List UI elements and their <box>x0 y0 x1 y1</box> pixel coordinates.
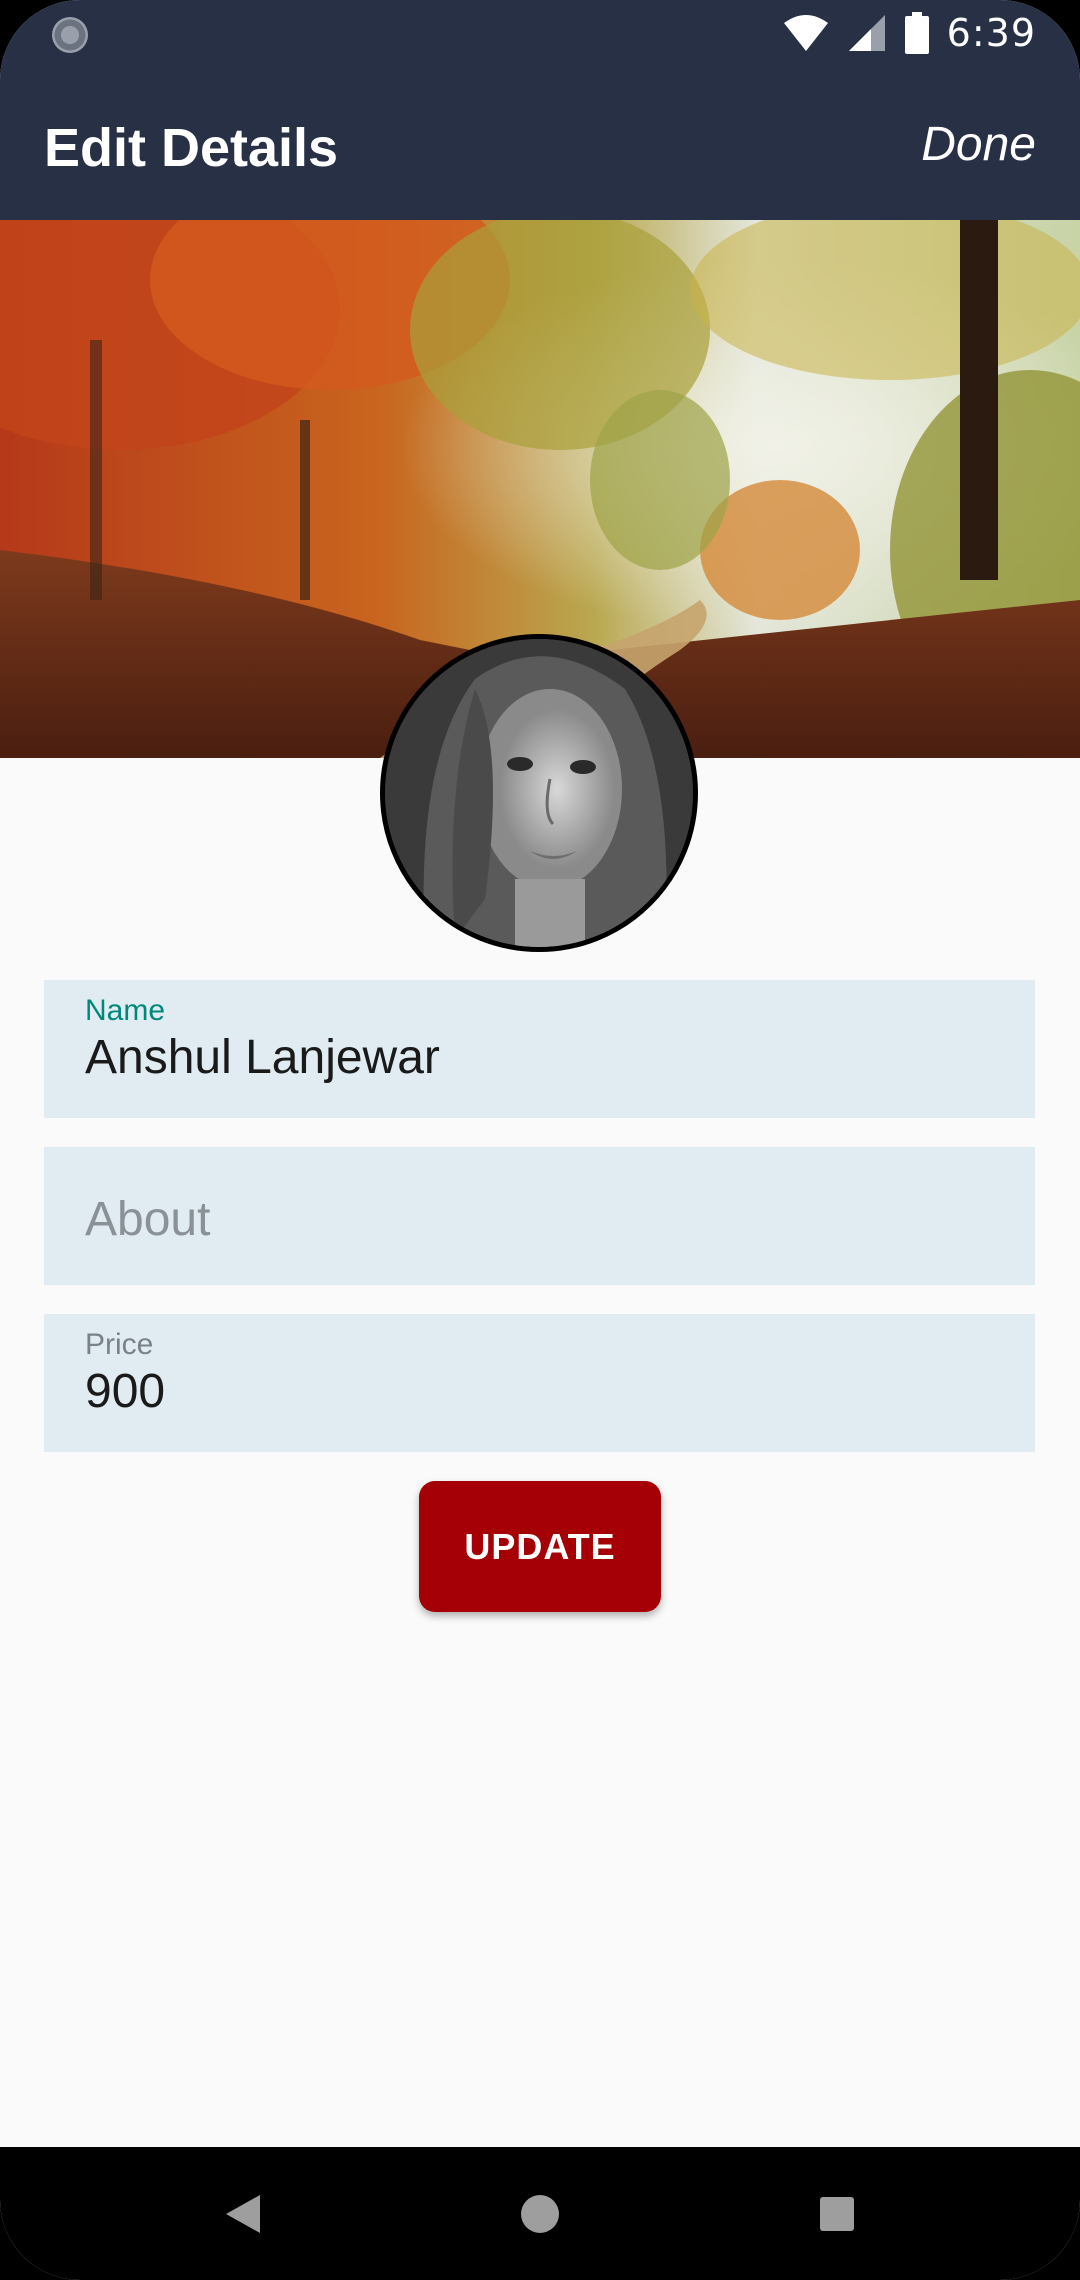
back-button[interactable] <box>183 2147 303 2280</box>
price-field-label: Price <box>85 1328 154 1361</box>
name-field-label: Name <box>85 994 166 1027</box>
wifi-icon <box>783 15 828 51</box>
recents-icon <box>820 2196 854 2231</box>
sync-icon <box>52 17 88 53</box>
app-bar: Edit Details Done <box>0 67 1080 220</box>
back-icon <box>226 2194 260 2233</box>
status-bar: 6:39 <box>0 0 1080 67</box>
signal-icon <box>848 15 885 51</box>
price-field-value[interactable]: 900 <box>85 1364 165 1419</box>
device-screen: 6:39 Edit Details Done Name Anshul Lanje… <box>0 0 1080 2280</box>
page-title: Edit Details <box>44 118 339 178</box>
recents-button[interactable] <box>777 2147 897 2280</box>
name-field-value[interactable]: Anshul Lanjewar <box>85 1030 440 1085</box>
system-navigation-bar <box>0 2147 1080 2280</box>
about-field[interactable]: About <box>44 1147 1035 1285</box>
price-field[interactable]: Price 900 <box>44 1314 1035 1452</box>
home-button[interactable] <box>480 2147 600 2280</box>
profile-avatar[interactable] <box>380 634 698 952</box>
status-time: 6:39 <box>946 11 1036 55</box>
done-button[interactable]: Done <box>921 117 1036 172</box>
home-icon <box>521 2194 559 2233</box>
name-field[interactable]: Name Anshul Lanjewar <box>44 980 1035 1118</box>
battery-icon <box>904 12 929 54</box>
about-field-placeholder[interactable]: About <box>85 1192 210 1247</box>
status-icons: 6:39 <box>783 8 1036 58</box>
update-button[interactable]: UPDATE <box>419 1481 661 1612</box>
avatar-photo <box>385 639 693 947</box>
